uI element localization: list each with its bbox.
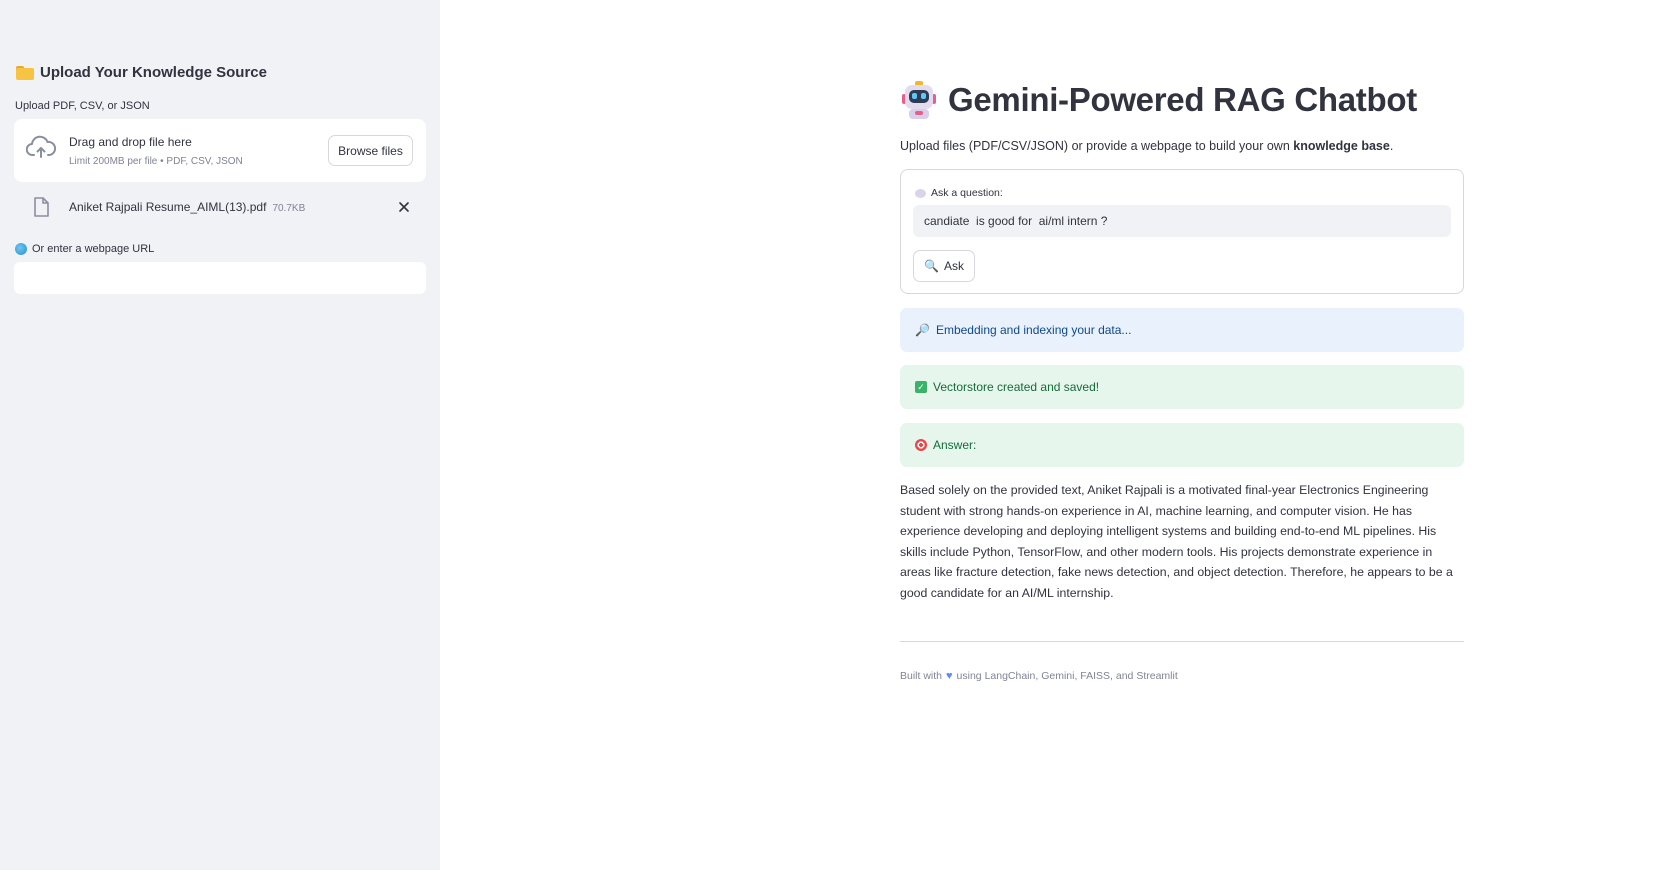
intro-text: Upload files (PDF/CSV/JSON) or provide a…: [900, 139, 1393, 153]
answer-text: Based solely on the provided text, Anike…: [900, 483, 1453, 600]
footer-prefix: Built with: [900, 670, 943, 682]
page-title: Gemini-Powered RAG Chatbot: [948, 81, 1417, 118]
sidebar-header-text: Upload Your Knowledge Source: [40, 64, 267, 81]
answer-alert: Answer:: [900, 423, 1464, 467]
url-label: Or enter a webpage URL: [15, 243, 154, 255]
url-input[interactable]: [14, 262, 426, 294]
globe-icon: [15, 243, 27, 255]
footer-suffix: using LangChain, Gemini, FAISS, and Stre…: [956, 670, 1178, 682]
answer-label: Answer:: [933, 438, 977, 452]
intro-bold: knowledge base: [1293, 139, 1390, 153]
intro-prefix: Upload files (PDF/CSV/JSON) or provide a…: [900, 139, 1294, 153]
success-message: Vectorstore created and saved!: [933, 380, 1100, 394]
ask-label: Ask a question:: [915, 187, 1003, 199]
footer: Built with ♥ using LangChain, Gemini, FA…: [900, 670, 1178, 682]
url-label-text: Or enter a webpage URL: [32, 243, 155, 255]
sidebar: Upload Your Knowledge Source Upload PDF,…: [0, 0, 440, 870]
title-row: Gemini-Powered RAG Chatbot: [900, 80, 1417, 120]
close-icon[interactable]: [396, 199, 412, 215]
ask-button-label: Ask: [943, 259, 964, 273]
check-icon: ✓: [915, 381, 927, 393]
heart-icon: ♥: [946, 670, 953, 682]
file-dropzone[interactable]: Drag and drop file here Limit 200MB per …: [14, 119, 426, 182]
ask-label-text: Ask a question:: [931, 187, 1003, 199]
dropzone-subtitle: Limit 200MB per file • PDF, CSV, JSON: [69, 156, 243, 167]
browse-files-button[interactable]: Browse files: [328, 135, 413, 166]
info-alert: 🔎 Embedding and indexing your data...: [900, 308, 1464, 352]
magnifier-icon: 🔍: [924, 259, 939, 273]
intro-suffix: .: [1389, 139, 1394, 153]
robot-icon: [900, 80, 938, 120]
speech-bubble-icon: [915, 188, 926, 198]
cloud-upload-icon: [25, 135, 56, 166]
dropzone-title: Drag and drop file here: [69, 135, 192, 149]
target-icon: [915, 439, 927, 451]
magnifier-icon: 🔎: [915, 323, 930, 337]
divider: [900, 641, 1464, 642]
question-input[interactable]: [913, 205, 1451, 237]
folder-icon: [16, 65, 34, 80]
file-name: Aniket Rajpali Resume_AIML(13).pdf 70.7KB: [69, 200, 305, 214]
success-alert: ✓ Vectorstore created and saved!: [900, 365, 1464, 409]
sidebar-header: Upload Your Knowledge Source: [16, 64, 267, 81]
uploaded-file-row: Aniket Rajpali Resume_AIML(13).pdf 70.7KB: [14, 194, 426, 222]
ask-button[interactable]: 🔍 Ask: [913, 250, 975, 282]
file-name-text: Aniket Rajpali Resume_AIML(13).pdf: [69, 200, 267, 214]
info-message: Embedding and indexing your data...: [935, 323, 1132, 337]
question-form: Ask a question: 🔍 Ask: [900, 169, 1464, 294]
file-icon: [33, 197, 49, 222]
upload-label: Upload PDF, CSV, or JSON: [15, 100, 150, 112]
file-size: 70.7KB: [272, 203, 306, 214]
